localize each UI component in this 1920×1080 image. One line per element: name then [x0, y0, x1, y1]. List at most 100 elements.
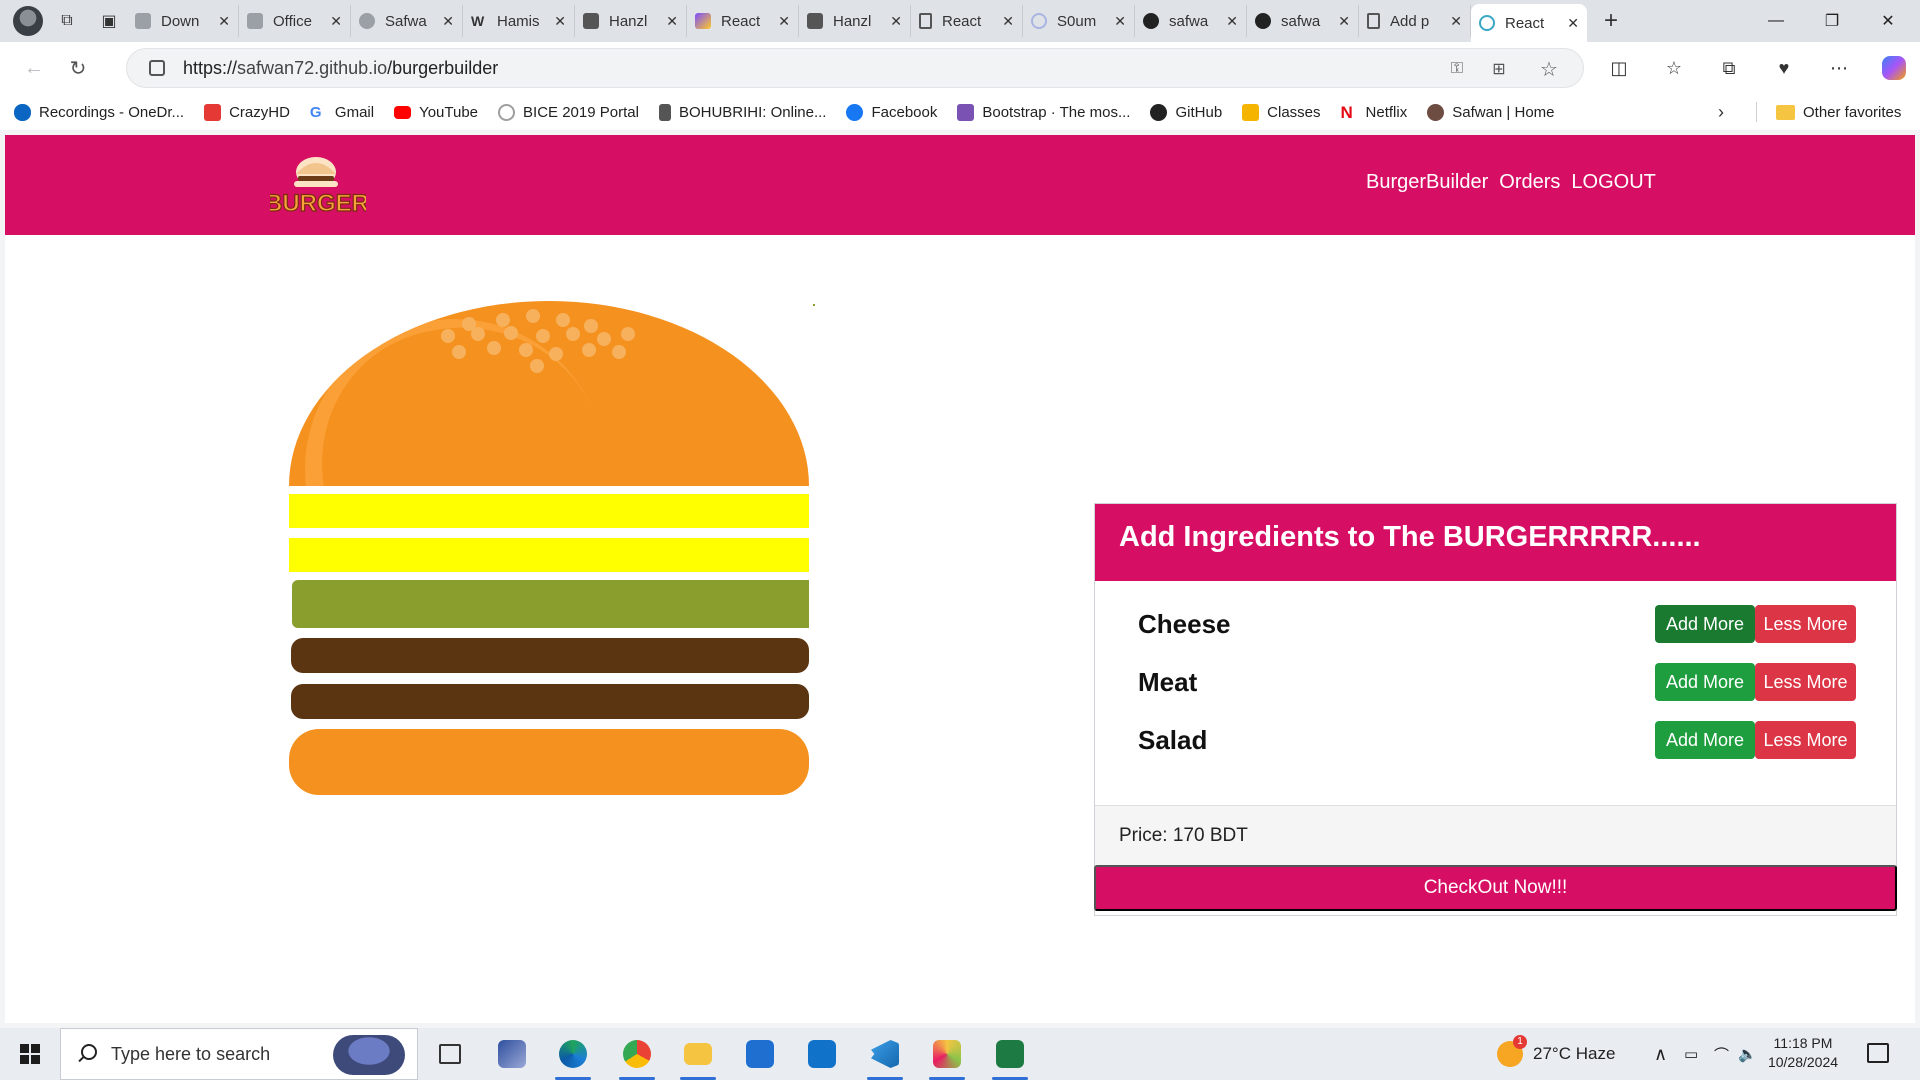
key-icon[interactable]: ⚿ — [1447, 59, 1467, 79]
nav-logout-link[interactable]: LOGOUT — [1571, 171, 1655, 194]
bookmark-onedrive[interactable]: Recordings - OneDr... — [14, 103, 184, 121]
tab-react-active[interactable]: React ✕ — [1471, 4, 1587, 42]
tab-react-page[interactable]: React ✕ — [911, 5, 1023, 37]
netflix-icon: N — [1340, 102, 1353, 122]
url-text[interactable]: https://safwan72.github.io/burgerbuilder — [183, 58, 498, 79]
tab-react-vite[interactable]: React ✕ — [687, 5, 799, 37]
lock-icon[interactable] — [149, 60, 165, 76]
wikipedia-icon: W — [471, 13, 485, 29]
close-window-button[interactable]: ✕ — [1860, 0, 1916, 42]
volume-icon[interactable]: 🔈 — [1738, 1028, 1757, 1080]
file-explorer-icon[interactable] — [678, 1034, 718, 1080]
bookmark-safwan-home[interactable]: Safwan | Home — [1427, 103, 1555, 121]
apps-icon[interactable]: ⊞ — [1489, 59, 1509, 79]
close-tab-icon[interactable]: ✕ — [330, 13, 342, 30]
close-tab-icon[interactable]: ✕ — [890, 13, 902, 30]
close-tab-icon[interactable]: ✕ — [1450, 13, 1462, 30]
sesame-seed — [584, 319, 598, 333]
card-footer: Price: 170 BDT — [1095, 805, 1896, 865]
split-screen-icon[interactable]: ◫ — [1603, 52, 1635, 84]
bookmark-netflix[interactable]: N Netflix — [1341, 104, 1408, 121]
close-tab-icon[interactable]: ✕ — [554, 13, 566, 30]
tab-github-2[interactable]: safwa ✕ — [1247, 5, 1359, 37]
close-tab-icon[interactable]: ✕ — [1002, 13, 1014, 30]
close-tab-icon[interactable]: ✕ — [1226, 13, 1238, 30]
sesame-seed — [487, 341, 501, 355]
tab-github-1[interactable]: safwa ✕ — [1135, 5, 1247, 37]
tab-hanzla-1[interactable]: Hanzl ✕ — [575, 5, 687, 37]
close-tab-icon[interactable]: ✕ — [778, 13, 790, 30]
weather-widget[interactable]: 1 27°C Haze — [1497, 1028, 1615, 1080]
refresh-button[interactable]: ↻ — [58, 48, 98, 88]
wifi-icon[interactable]: ⌒ — [1714, 1028, 1729, 1080]
bookmark-gmail[interactable]: G Gmail — [310, 104, 374, 121]
onedrive-icon — [14, 103, 31, 121]
close-tab-icon[interactable]: ✕ — [666, 13, 678, 30]
add-meat-button[interactable]: Add More — [1655, 663, 1755, 701]
chevron-right-icon[interactable]: › — [1718, 94, 1724, 130]
show-hidden-icons-icon[interactable]: ∧ — [1654, 1028, 1667, 1080]
copilot-icon[interactable] — [1882, 56, 1906, 80]
search-highlight-image[interactable] — [333, 1035, 405, 1075]
profile-avatar[interactable] — [13, 6, 43, 36]
bookmark-youtube[interactable]: YouTube — [394, 104, 478, 121]
add-salad-button[interactable]: Add More — [1655, 721, 1755, 759]
close-tab-icon[interactable]: ✕ — [442, 13, 454, 30]
start-button[interactable] — [0, 1028, 60, 1080]
favorites-icon[interactable]: ☆ — [1658, 52, 1690, 84]
tab-add-page[interactable]: Add p ✕ — [1359, 5, 1471, 37]
tab-download[interactable]: Down ✕ — [127, 5, 239, 37]
browser-essentials-icon[interactable]: ♥ — [1768, 52, 1800, 84]
bookmark-bice[interactable]: BICE 2019 Portal — [498, 103, 639, 121]
less-salad-button[interactable]: Less More — [1755, 721, 1856, 759]
snip-icon[interactable] — [492, 1034, 532, 1074]
vertical-tabs-icon[interactable]: ▣ — [91, 5, 127, 37]
collections-icon[interactable]: ⧉ — [1713, 52, 1745, 84]
tab-office[interactable]: Office ✕ — [239, 5, 351, 37]
tab-soum[interactable]: S0um ✕ — [1023, 5, 1135, 37]
battery-icon[interactable]: ▭ — [1684, 1028, 1698, 1080]
close-tab-icon[interactable]: ✕ — [218, 13, 230, 30]
tab-wikipedia[interactable]: W Hamis ✕ — [463, 5, 575, 37]
bookmark-facebook[interactable]: Facebook — [846, 103, 937, 121]
nav-burgerbuilder-link[interactable]: BurgerBuilder — [1366, 171, 1488, 194]
edge-icon[interactable] — [553, 1034, 593, 1080]
bookmark-crazyhd[interactable]: CrazyHD — [204, 103, 290, 121]
chrome-icon[interactable] — [617, 1034, 657, 1080]
code-icon — [583, 13, 599, 29]
close-tab-icon[interactable]: ✕ — [1567, 15, 1579, 32]
notification-center-icon[interactable] — [1867, 1043, 1889, 1063]
store-icon[interactable] — [740, 1034, 780, 1074]
burger-logo[interactable]: BURGER — [270, 152, 366, 222]
other-favorites-folder[interactable]: Other favorites — [1776, 94, 1901, 130]
paint-icon[interactable] — [927, 1034, 967, 1080]
bookmark-github[interactable]: GitHub — [1150, 103, 1222, 121]
taskbar-search[interactable]: Type here to search — [60, 1028, 418, 1080]
close-tab-icon[interactable]: ✕ — [1114, 13, 1126, 30]
excel-icon[interactable] — [990, 1034, 1030, 1080]
bookmark-bohubrihi[interactable]: BOHUBRIHI: Online... — [658, 103, 826, 121]
outlook-icon[interactable] — [802, 1034, 842, 1074]
checkout-button[interactable]: CheckOut Now!!! — [1094, 865, 1897, 911]
task-view-icon[interactable] — [430, 1034, 470, 1074]
new-tab-button[interactable]: + — [1591, 5, 1631, 37]
less-meat-button[interactable]: Less More — [1755, 663, 1856, 701]
back-button[interactable]: ← — [14, 48, 54, 88]
more-menu-icon[interactable]: ⋯ — [1823, 52, 1855, 84]
system-clock[interactable]: 11:18 PM 10/28/2024 — [1760, 1034, 1846, 1072]
bookmark-classes[interactable]: Classes — [1242, 103, 1321, 121]
vscode-icon[interactable] — [865, 1034, 905, 1080]
favorite-star-icon[interactable]: ☆ — [1539, 59, 1559, 81]
address-bar[interactable]: https://safwan72.github.io/burgerbuilder… — [126, 48, 1584, 88]
tab-safwan[interactable]: Safwa ✕ — [351, 5, 463, 37]
less-cheese-button[interactable]: Less More — [1755, 605, 1856, 643]
avatar-icon — [359, 13, 375, 29]
close-tab-icon[interactable]: ✕ — [1338, 13, 1350, 30]
workspaces-icon[interactable]: ⧉ — [49, 5, 85, 37]
add-cheese-button[interactable]: Add More — [1655, 605, 1755, 643]
nav-orders-link[interactable]: Orders — [1499, 171, 1560, 194]
minimize-button[interactable]: — — [1748, 0, 1804, 42]
tab-hanzla-2[interactable]: Hanzl ✕ — [799, 5, 911, 37]
bookmark-bootstrap[interactable]: Bootstrap · The mos... — [957, 103, 1130, 121]
restore-button[interactable]: ❐ — [1804, 0, 1860, 42]
